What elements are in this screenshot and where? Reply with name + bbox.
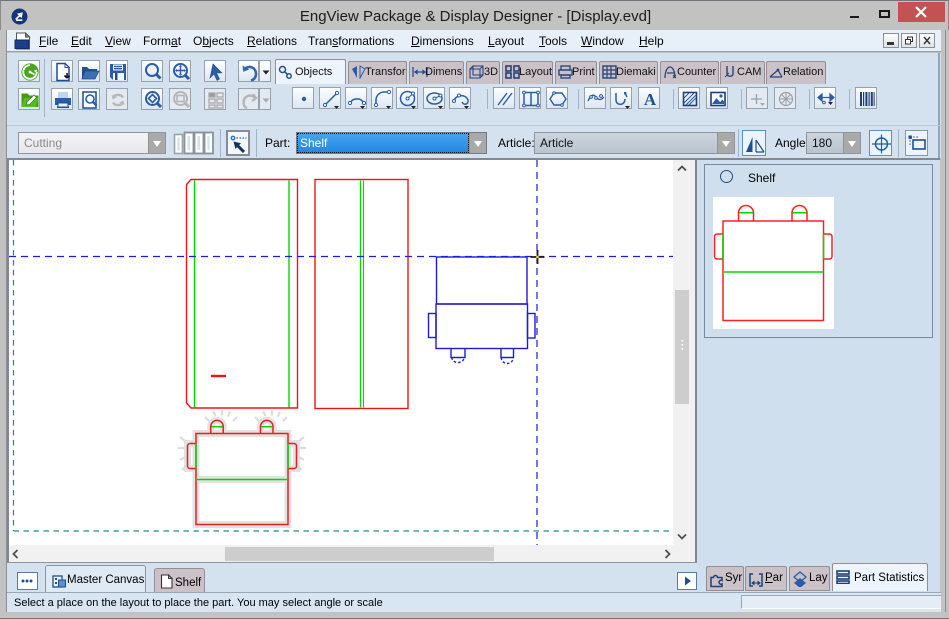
svg-text:A: A xyxy=(644,90,657,109)
